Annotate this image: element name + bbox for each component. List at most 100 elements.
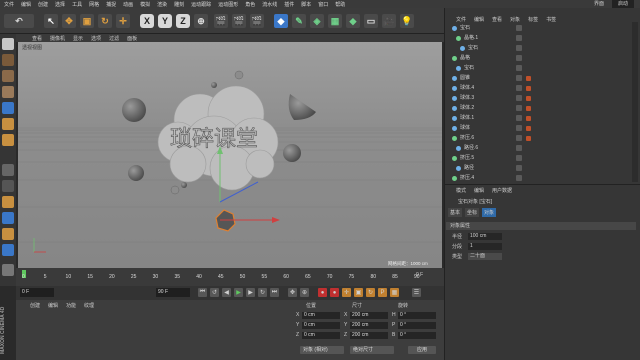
menu-sculpt[interactable]: 雕刻 (174, 1, 184, 8)
start-frame-field[interactable]: 0 F (20, 288, 54, 297)
visibility-toggle[interactable] (516, 25, 522, 31)
make-editable-icon[interactable] (2, 38, 14, 50)
next-frame-icon[interactable]: ▶ (246, 288, 255, 297)
rotation-p-field[interactable]: 0 ° (398, 322, 436, 329)
object-name[interactable]: 球体.4 (460, 84, 504, 93)
type-select[interactable]: 二十面 (468, 253, 502, 260)
object-row[interactable]: 挤压.6 (446, 134, 632, 143)
points-mode-icon[interactable] (2, 102, 14, 114)
object-row[interactable]: 球体.3 (446, 94, 632, 103)
visibility-toggle[interactable] (516, 145, 522, 151)
key-param-icon[interactable]: P (378, 288, 387, 297)
visibility-toggle[interactable] (516, 125, 522, 131)
visibility-toggle[interactable] (516, 155, 522, 161)
viewport-menu-options[interactable]: 选项 (91, 35, 101, 42)
menu-animate[interactable]: 动画 (123, 1, 133, 8)
edges-mode-icon[interactable] (2, 118, 14, 130)
size-mode-select[interactable]: 绝对尺寸 (350, 346, 394, 354)
object-row[interactable]: 晶格 (446, 54, 632, 63)
rotation-h-field[interactable]: 0 ° (398, 312, 436, 319)
om-menu-objects[interactable]: 对象 (510, 16, 520, 23)
array-icon[interactable]: ▦ (328, 14, 342, 28)
key-position-icon[interactable]: ✛ (342, 288, 351, 297)
material-manager[interactable] (16, 300, 292, 360)
snap-icon[interactable] (2, 196, 14, 208)
model-mode-icon[interactable] (2, 54, 14, 66)
om-menu-bookmarks[interactable]: 书签 (546, 16, 556, 23)
texture-mode-icon[interactable] (2, 70, 14, 82)
object-name[interactable]: 球体.3 (460, 94, 504, 103)
material-tag-icon[interactable] (526, 96, 531, 101)
object-name[interactable]: 晶格 (460, 54, 504, 63)
workplane-mode-icon[interactable] (2, 244, 14, 256)
object-name[interactable]: 路径 (464, 164, 508, 173)
tab-object[interactable]: 对象 (482, 208, 497, 217)
menu-edit[interactable]: 编辑 (21, 1, 31, 8)
camera-icon[interactable]: 🎥 (382, 14, 396, 28)
menu-create[interactable]: 创建 (38, 1, 48, 8)
object-name[interactable]: 宝石 (468, 44, 512, 53)
menu-select[interactable]: 选择 (55, 1, 65, 8)
menu-plugins[interactable]: 插件 (284, 1, 294, 8)
grid-icon[interactable] (2, 264, 14, 276)
enable-axis-icon[interactable] (2, 164, 14, 176)
menu-file[interactable]: 文件 (4, 1, 14, 8)
timeline-ruler[interactable]: 0 5 10 15 20 25 30 35 40 45 50 55 60 65 70 75 80 85 90 (22, 270, 420, 282)
menu-mograph[interactable]: 运动图形 (218, 1, 238, 8)
viewport-menu-filter[interactable]: 过滤 (109, 35, 119, 42)
prev-frame-icon[interactable]: ◀ (222, 288, 231, 297)
move-key-icon[interactable]: ✥ (288, 288, 297, 297)
position-y-field[interactable]: 0 cm (302, 322, 340, 329)
object-name[interactable]: 挤压.4 (460, 174, 504, 183)
material-menu-function[interactable]: 功能 (66, 302, 76, 309)
sphere-right[interactable] (283, 144, 301, 162)
autokey-icon[interactable]: ● (330, 288, 339, 297)
object-row[interactable]: 挤压.5 (446, 154, 632, 163)
apply-button[interactable]: 应用 (408, 346, 436, 354)
position-x-field[interactable]: 0 cm (302, 312, 340, 319)
menu-help[interactable]: 帮助 (335, 1, 345, 8)
end-frame-field[interactable]: 90 F (156, 288, 190, 297)
size-z-field[interactable]: 200 cm (350, 332, 388, 339)
tab-basic[interactable]: 基本 (448, 208, 463, 217)
visibility-toggle[interactable] (516, 75, 522, 81)
object-name[interactable]: 挤压.5 (460, 154, 504, 163)
material-menu-edit[interactable]: 编辑 (48, 302, 58, 309)
object-name[interactable]: 路径.6 (464, 144, 508, 153)
viewport-menu-view[interactable]: 查看 (32, 35, 42, 42)
key-pla-icon[interactable]: ▦ (390, 288, 399, 297)
menu-motion-tracking[interactable]: 运动跟踪 (191, 1, 211, 8)
object-row[interactable]: 球体 (446, 124, 632, 133)
viewport-menu-display[interactable]: 显示 (73, 35, 83, 42)
polygons-mode-icon[interactable] (2, 134, 14, 146)
undo-icon[interactable]: ↶ (4, 14, 34, 28)
size-x-field[interactable]: 200 cm (350, 312, 388, 319)
play-icon[interactable]: ▶ (234, 288, 243, 297)
om-menu-file[interactable]: 文件 (456, 16, 466, 23)
object-row[interactable]: 圆锥 (446, 74, 632, 83)
radius-field[interactable]: 100 cm (468, 233, 502, 240)
om-menu-view[interactable]: 查看 (492, 16, 502, 23)
record-icon[interactable]: ● (318, 288, 327, 297)
menu-character[interactable]: 角色 (245, 1, 255, 8)
scale-icon[interactable]: ▣ (80, 14, 94, 28)
om-menu-edit[interactable]: 编辑 (474, 16, 484, 23)
object-row[interactable]: 宝石 (446, 64, 632, 73)
object-row[interactable]: 宝石 (446, 44, 632, 53)
object-row[interactable]: 路径 (446, 164, 632, 173)
sphere-small-top[interactable] (211, 82, 217, 88)
object-name[interactable]: 球体 (460, 124, 504, 133)
menu-tools[interactable]: 工具 (72, 1, 82, 8)
object-name[interactable]: 晶格.1 (464, 34, 508, 43)
next-key-icon[interactable]: ↻ (258, 288, 267, 297)
object-name[interactable]: 宝石 (464, 64, 508, 73)
goto-end-icon[interactable]: ⏭ (270, 288, 279, 297)
material-tag-icon[interactable] (526, 106, 531, 111)
menu-mesh[interactable]: 网格 (89, 1, 99, 8)
tab-coord[interactable]: 坐标 (465, 208, 480, 217)
object-row[interactable]: 宝石 (446, 24, 632, 33)
floor-icon[interactable]: ▭ (364, 14, 378, 28)
locking-icon[interactable] (2, 228, 14, 240)
object-name[interactable]: 挤压.6 (460, 134, 504, 143)
visibility-toggle[interactable] (516, 115, 522, 121)
